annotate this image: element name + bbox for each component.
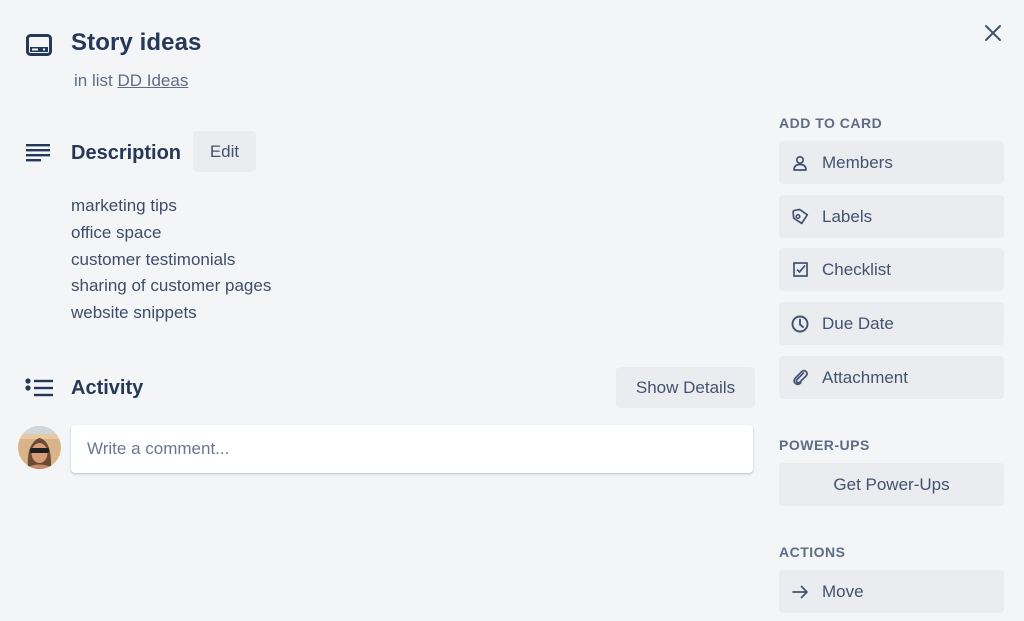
list-prefix: in list <box>74 71 113 90</box>
tag-icon <box>791 208 809 226</box>
labels-button[interactable]: Labels <box>779 195 1004 238</box>
list-link[interactable]: DD Ideas <box>117 71 188 90</box>
get-power-ups-button[interactable]: Get Power-Ups <box>779 463 1004 506</box>
checklist-label: Checklist <box>822 259 891 279</box>
description-line: office space <box>71 222 162 242</box>
due-date-label: Due Date <box>822 313 894 333</box>
description-icon <box>26 144 50 162</box>
power-ups-heading: POWER-UPS <box>779 437 870 453</box>
comment-input[interactable] <box>71 425 753 473</box>
description-line: website snippets <box>71 303 197 323</box>
move-button[interactable]: Move <box>779 570 1004 613</box>
description-heading: Description <box>71 142 182 164</box>
attachment-button[interactable]: Attachment <box>779 356 1004 399</box>
card-title[interactable]: Story ideas <box>71 29 202 57</box>
user-avatar[interactable] <box>18 426 61 469</box>
checklist-button[interactable]: Checklist <box>779 248 1004 291</box>
description-line: sharing of customer pages <box>71 276 272 296</box>
edit-description-button[interactable]: Edit <box>193 131 256 172</box>
checkbox-icon <box>791 261 809 279</box>
actions-heading: ACTIONS <box>779 544 846 560</box>
close-button[interactable] <box>980 20 1006 46</box>
description-line: marketing tips <box>71 196 177 215</box>
description-body[interactable]: marketing tips office space customer tes… <box>71 193 271 327</box>
close-icon <box>985 25 1001 41</box>
activity-icon <box>25 378 53 397</box>
activity-heading: Activity <box>71 377 144 399</box>
attachment-label: Attachment <box>822 367 908 387</box>
arrow-right-icon <box>791 583 809 601</box>
card-icon <box>26 34 52 56</box>
get-power-ups-label: Get Power-Ups <box>833 474 950 494</box>
list-info: in list DD Ideas <box>74 71 188 91</box>
card-detail-dialog: Story ideas in list DD Ideas Description… <box>0 0 1024 621</box>
show-details-button[interactable]: Show Details <box>616 367 755 408</box>
description-line: customer testimonials <box>71 249 236 269</box>
add-to-card-heading: ADD TO CARD <box>779 115 883 131</box>
members-button[interactable]: Members <box>779 141 1004 184</box>
person-icon <box>791 154 809 172</box>
paperclip-icon <box>791 369 809 387</box>
move-label: Move <box>822 581 864 601</box>
avatar-image <box>18 426 61 469</box>
due-date-button[interactable]: Due Date <box>779 302 1004 345</box>
members-label: Members <box>822 152 893 172</box>
clock-icon <box>791 315 809 333</box>
labels-label: Labels <box>822 206 873 226</box>
